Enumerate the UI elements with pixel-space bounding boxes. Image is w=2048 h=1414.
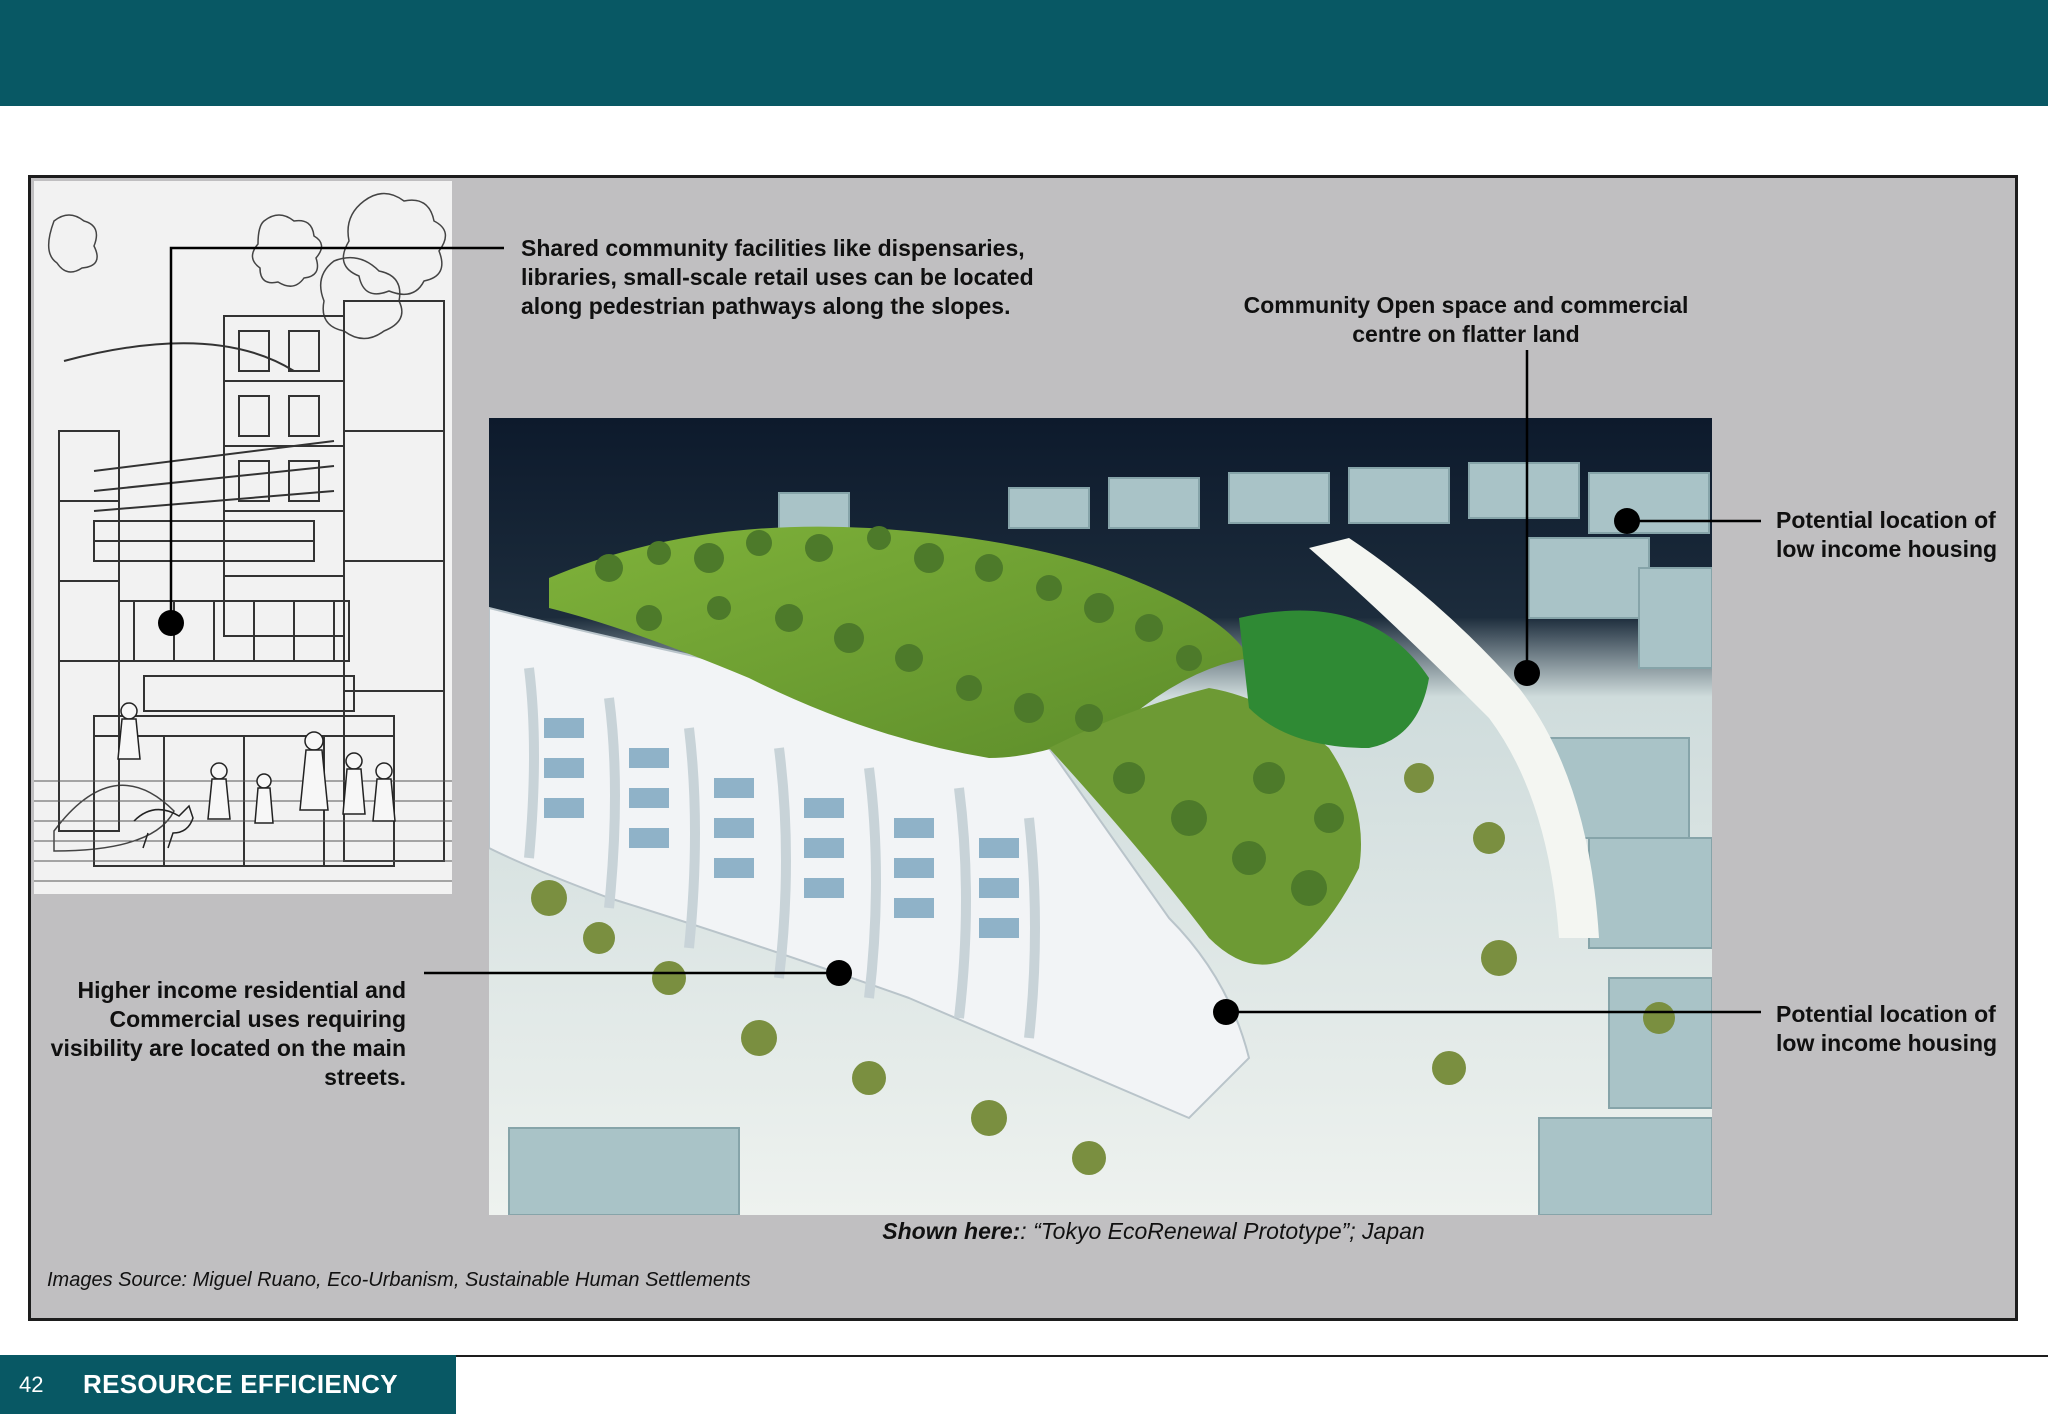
annotation-higher-income: Higher income residential and Commercial… [36, 976, 406, 1092]
annotation-community-open-space: Community Open space and commercial cent… [1221, 291, 1711, 349]
annotation-line: Potential location of [1776, 507, 1996, 533]
header-bar [0, 0, 2048, 106]
annotation-shared-facilities: Shared community facilities like dispens… [521, 234, 1034, 321]
image-source: Images Source: Miguel Ruano, Eco-Urbanis… [47, 1269, 751, 1291]
annotation-line: low income housing [1776, 1030, 1998, 1056]
annotation-line: centre on flatter land [1352, 321, 1580, 347]
annotation-line: visibility are located on the main [50, 1035, 406, 1061]
annotation-line: Commercial uses requiring [109, 1006, 406, 1032]
annotation-line: Potential location of [1776, 1001, 1996, 1027]
page-number: 42 [19, 1371, 44, 1397]
annotation-low-income-housing-bottom: Potential location of low income housing [1776, 1000, 1997, 1058]
section-title: RESOURCE EFFICIENCY [83, 1369, 398, 1399]
model-illustration [489, 418, 1712, 1215]
annotation-line: libraries, small-scale retail uses can b… [521, 264, 1034, 290]
annotation-line: along pedestrian pathways along the slop… [521, 293, 1011, 319]
caption-label: Shown here: [882, 1218, 1021, 1244]
annotation-line: Higher income residential and [77, 977, 406, 1003]
annotation-line: streets. [324, 1064, 406, 1090]
sketch-drawing [34, 181, 452, 894]
footer-tab: 42 RESOURCE EFFICIENCY [0, 1355, 456, 1414]
caption-text: : “Tokyo EcoRenewal Prototype”; Japan [1020, 1218, 1425, 1244]
eco-renewal-model-photo [489, 418, 1712, 1215]
annotation-line: low income housing [1776, 536, 1998, 562]
annotation-line: Community Open space and commercial [1243, 292, 1689, 318]
street-sketch-image [34, 181, 452, 894]
photo-caption: Shown here:: “Tokyo EcoRenewal Prototype… [591, 1218, 1716, 1245]
annotation-line: Shared community facilities like dispens… [521, 235, 1025, 261]
content-panel: Shared community facilities like dispens… [28, 175, 2018, 1321]
annotation-low-income-housing-top: Potential location of low income housing [1776, 506, 1997, 564]
